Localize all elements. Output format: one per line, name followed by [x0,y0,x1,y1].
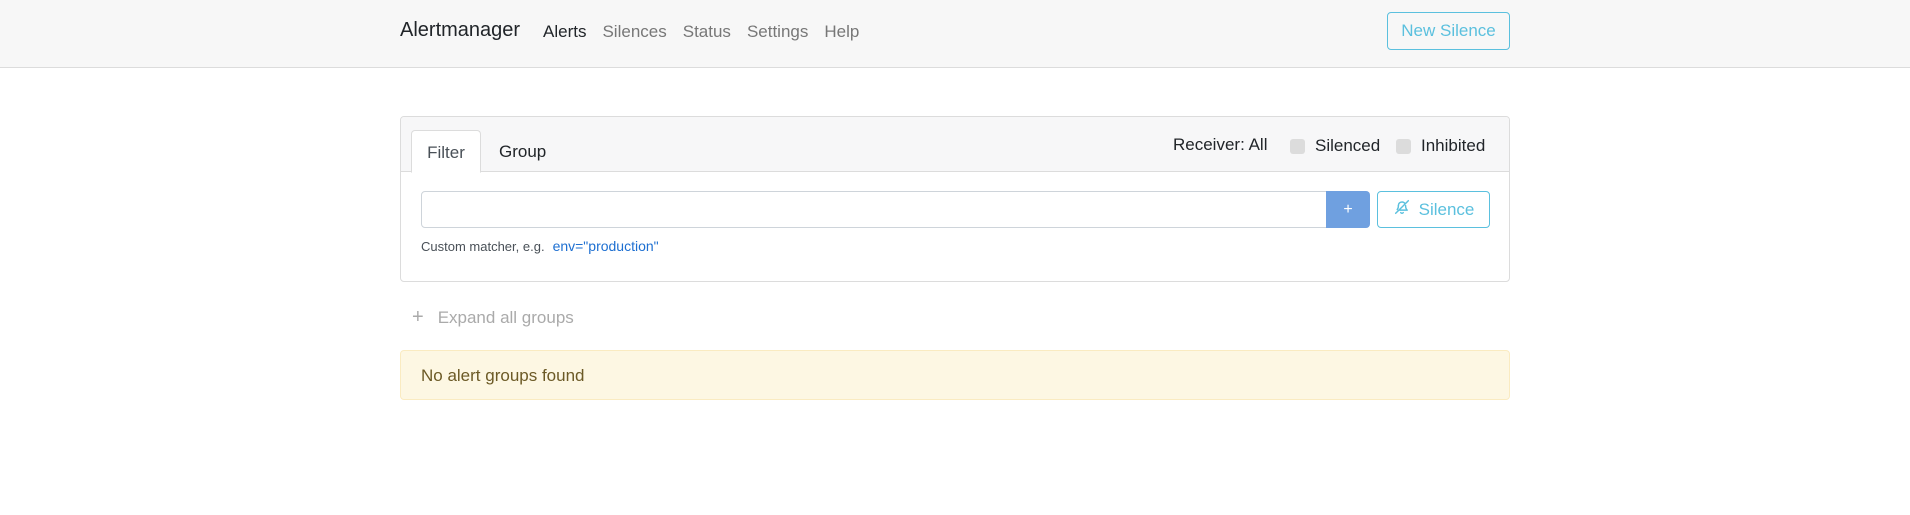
silence-button-label: Silence [1418,199,1475,219]
inhibited-checkbox-label: Inhibited [1421,136,1486,155]
receiver-selector[interactable]: Receiver: All [1173,135,1267,155]
no-alerts-message: No alert groups found [400,350,1510,400]
matcher-hint: Custom matcher, e.g. env="production" [421,238,659,254]
filter-card-header: Filter Group Receiver: All Silenced Inhi… [401,117,1509,173]
expand-all-label: Expand all groups [437,307,574,327]
main-nav: Alerts Silences Status Settings Help [543,22,859,42]
nav-alerts[interactable]: Alerts [543,22,586,42]
nav-help[interactable]: Help [824,22,859,42]
inhibited-checkbox-box[interactable] [1396,138,1411,154]
filter-card: Filter Group Receiver: All Silenced Inhi… [400,116,1510,282]
new-silence-button[interactable]: New Silence [1387,12,1510,50]
silence-button[interactable]: Silence [1377,191,1490,228]
matcher-input[interactable] [421,191,1327,228]
tab-group[interactable]: Group [499,130,546,173]
silenced-checkbox[interactable]: Silenced [1290,136,1380,156]
inhibited-checkbox[interactable]: Inhibited [1396,136,1485,156]
nav-settings[interactable]: Settings [747,22,808,42]
silenced-checkbox-box[interactable] [1290,138,1305,154]
tab-filter[interactable]: Filter [411,130,481,173]
bell-slash-icon [1393,198,1411,221]
nav-status[interactable]: Status [683,22,731,42]
silenced-checkbox-label: Silenced [1315,136,1381,155]
expand-all-groups[interactable]: + Expand all groups [412,306,574,329]
plus-icon: + [412,306,424,328]
nav-silences[interactable]: Silences [602,22,666,42]
matcher-hint-text: Custom matcher, e.g. [421,239,545,254]
add-matcher-button[interactable]: + [1326,191,1370,228]
brand-logo[interactable]: Alertmanager [400,19,520,42]
matcher-hint-example[interactable]: env="production" [553,238,659,254]
navbar: Alertmanager Alerts Silences Status Sett… [0,0,1910,68]
